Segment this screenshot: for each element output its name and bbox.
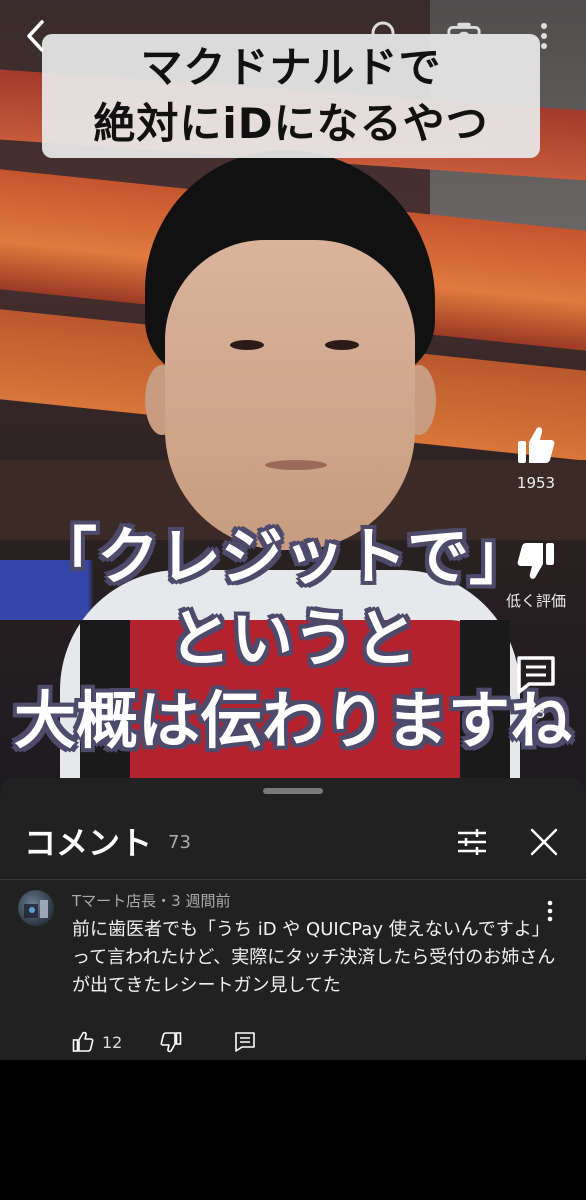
comment-dislike-button[interactable] xyxy=(160,1031,182,1053)
more-vert-icon xyxy=(541,23,547,49)
search-icon xyxy=(371,21,402,52)
camera-icon xyxy=(447,22,481,51)
avatar-image xyxy=(24,900,48,918)
like-button[interactable]: 1953 xyxy=(486,424,586,492)
more-options-button[interactable] xyxy=(526,18,562,54)
search-button[interactable] xyxy=(368,18,404,54)
comment-text: 前に歯医者でも「うち iD や QUICPay 使えないんですよ」って言われたけ… xyxy=(72,919,556,996)
thumbs-up-icon xyxy=(518,427,555,463)
thumbs-up-outline-icon xyxy=(72,1031,94,1052)
more-vert-icon xyxy=(547,900,553,922)
comment-reply-button[interactable] xyxy=(234,1031,256,1053)
comment-item: Tマート店長・3 週間前 前に歯医者でも「うち iD や QUICPay 使えな… xyxy=(0,880,586,1060)
comments-count: 73 xyxy=(168,832,191,853)
comment-like-count: 12 xyxy=(102,1032,123,1052)
avatar[interactable] xyxy=(18,890,54,926)
dislike-button[interactable]: 低く評価 xyxy=(486,540,586,611)
dislike-label: 低く評価 xyxy=(505,592,566,610)
comment-count: 73 xyxy=(526,704,546,722)
close-comments-button[interactable] xyxy=(524,822,564,862)
presenter-mouth xyxy=(265,460,327,470)
drag-handle[interactable] xyxy=(263,788,323,794)
comments-button[interactable]: 73 xyxy=(486,654,586,722)
comments-sheet: コメント 73 Tマート店長・3 週間前 前に歯医者でも「うち iD や QUI… xyxy=(0,778,586,1060)
filter-icon xyxy=(458,829,486,855)
back-button[interactable] xyxy=(18,18,54,54)
presenter-eye xyxy=(325,340,359,350)
presenter-eye xyxy=(230,340,264,350)
comment-menu-button[interactable] xyxy=(540,896,560,926)
sort-filter-button[interactable] xyxy=(452,822,492,862)
top-bar xyxy=(0,0,586,70)
like-count: 1953 xyxy=(516,474,556,492)
close-icon xyxy=(530,828,558,856)
comment-author[interactable]: Tマート店長・3 週間前 xyxy=(72,890,230,911)
thumbs-down-icon xyxy=(517,543,554,579)
comment-actions: 12 xyxy=(72,1028,256,1056)
comment-icon xyxy=(517,656,555,694)
comments-title: コメント xyxy=(24,824,153,862)
chevron-left-icon xyxy=(27,20,44,52)
camera-button[interactable] xyxy=(446,18,482,54)
title-line: 絶対にiDになるやつ xyxy=(93,99,489,148)
presenter-face xyxy=(165,240,415,550)
thumbs-down-outline-icon xyxy=(160,1032,182,1053)
comment-like-button[interactable]: 12 xyxy=(72,1031,122,1053)
reply-icon xyxy=(235,1032,256,1052)
